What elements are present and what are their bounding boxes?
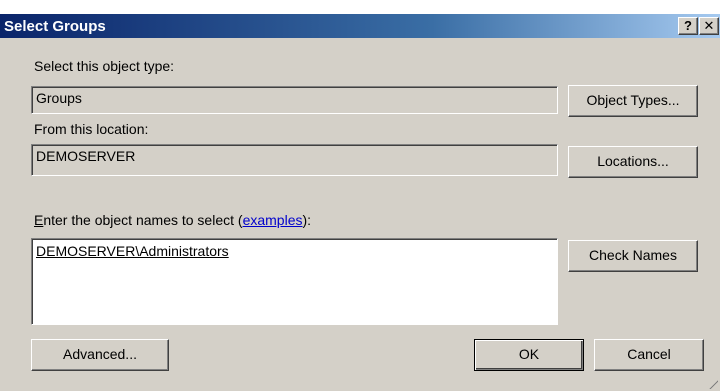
- names-label-suffix: ):: [302, 212, 312, 228]
- names-label-text: nter the object names to select (: [43, 212, 243, 228]
- window-title: Select Groups: [4, 18, 106, 35]
- location-field: DEMOSERVER: [31, 144, 558, 176]
- advanced-button[interactable]: Advanced...: [31, 339, 169, 371]
- help-button[interactable]: ?: [678, 17, 698, 35]
- object-type-field: Groups: [31, 86, 558, 114]
- close-icon: ✕: [703, 18, 715, 33]
- title-bar[interactable]: Select Groups ? ✕: [0, 14, 720, 38]
- names-label: Enter the object names to select (exampl…: [34, 212, 311, 228]
- check-names-button[interactable]: Check Names: [568, 240, 698, 272]
- object-names-value: DEMOSERVER\Administrators: [36, 243, 229, 259]
- locations-button[interactable]: Locations...: [568, 146, 698, 178]
- resize-grip-icon[interactable]: [708, 379, 718, 389]
- object-names-input[interactable]: DEMOSERVER\Administrators: [31, 238, 558, 325]
- background-strip: [0, 0, 720, 14]
- object-type-label: Select this object type:: [34, 58, 175, 74]
- names-label-accesskey: E: [34, 212, 44, 228]
- ok-button[interactable]: OK: [474, 339, 584, 371]
- object-types-button[interactable]: Object Types...: [568, 85, 698, 117]
- location-label: From this location:: [34, 121, 149, 137]
- examples-link[interactable]: examples: [243, 212, 303, 228]
- cancel-button[interactable]: Cancel: [594, 339, 704, 371]
- close-button[interactable]: ✕: [699, 17, 719, 35]
- select-groups-dialog: Select Groups ? ✕ Select this object typ…: [0, 14, 720, 391]
